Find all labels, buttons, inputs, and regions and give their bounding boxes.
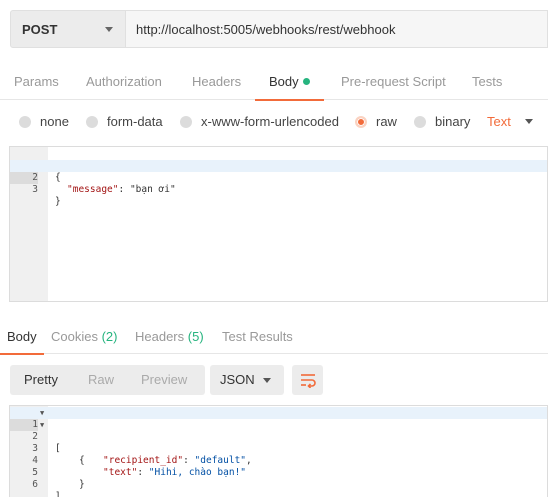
wrap-lines-icon (300, 374, 316, 388)
radio-form-data[interactable]: form-data (86, 114, 163, 129)
url-text: http://localhost:5005/webhooks/rest/webh… (136, 21, 396, 37)
radio-binary[interactable]: binary (414, 114, 470, 129)
code-line-active: 1 ▼ [ (10, 407, 547, 454)
tab-params[interactable]: Params (14, 64, 59, 100)
code-text: } (55, 196, 61, 207)
radio-circle (19, 115, 31, 128)
radio-circle (180, 115, 192, 128)
body-status-dot (302, 78, 310, 85)
line-number: 6 (32, 479, 38, 490)
tab-cookies[interactable]: Cookies (2) (51, 320, 117, 354)
code-line-active: 2 "message": "bạn ơi" (10, 160, 547, 195)
tab-tests[interactable]: Tests (472, 64, 502, 100)
tab-response-headers[interactable]: Headers (5) (135, 320, 204, 354)
headers-count: (5) (187, 329, 204, 344)
tab-test-results[interactable]: Test Results (222, 320, 293, 354)
radio-label: form-data (107, 114, 163, 129)
tab-headers[interactable]: Headers (192, 64, 241, 100)
tab-cookies-label: Cookies (51, 329, 98, 344)
tab-headers-label: Headers (135, 329, 185, 344)
text-type-label: Text (487, 114, 511, 129)
format-label: JSON (220, 372, 255, 387)
code-line: 4 "text": "Hihi, chào bạn!" (10, 443, 547, 478)
json-value: "bạn ơi" (129, 184, 176, 195)
json-separator: : (118, 184, 130, 195)
code-text: } (79, 479, 85, 490)
chevron-down-icon (105, 27, 113, 32)
request-body-editor[interactable]: 1 { 2 "message": "bạn ơi" 3 } (9, 146, 548, 302)
code-line: 3 } (10, 172, 547, 207)
radio-label: binary (435, 114, 471, 129)
radio-raw[interactable]: raw (355, 114, 397, 129)
line-number: 3 (32, 184, 38, 195)
fold-caret-icon[interactable]: ▼ (40, 419, 44, 431)
response-tabs: Body Cookies (2) Headers (5) Test Result… (0, 320, 548, 355)
tab-response-body[interactable]: Body (0, 320, 44, 355)
cookies-count: (2) (101, 329, 118, 344)
radio-circle (414, 115, 426, 128)
code-text: "message": "bạn ơi" (67, 184, 176, 196)
tab-authorization[interactable]: Authorization (86, 64, 162, 100)
tab-body-label: Body (269, 74, 299, 89)
response-body-viewer[interactable]: 1 ▼ [ 2 ▼ { 3 "recipient_id": "default",… (9, 405, 548, 497)
request-tabs: Params Authorization Headers Body Pre-re… (0, 64, 548, 101)
url-input[interactable]: http://localhost:5005/webhooks/rest/webh… (126, 10, 548, 48)
body-type-options: none form-data x-www-form-urlencoded raw… (0, 108, 548, 134)
code-line: 3 "recipient_id": "default", (10, 431, 547, 466)
radio-none[interactable]: none (19, 114, 69, 129)
radio-label: x-www-form-urlencoded (201, 114, 339, 129)
radio-label: raw (376, 114, 397, 129)
response-format-select[interactable]: JSON (210, 365, 284, 395)
code-text: ] (55, 491, 61, 497)
chevron-down-icon (525, 119, 533, 124)
code-line: 5 } (10, 455, 547, 490)
wrap-lines-button[interactable] (292, 365, 323, 395)
tab-pre-request-script[interactable]: Pre-request Script (341, 64, 446, 100)
view-raw-button[interactable]: Raw (88, 365, 114, 395)
view-pretty-button[interactable]: Pretty (24, 365, 58, 395)
code-line: 6 ] (10, 467, 547, 497)
fold-caret-icon[interactable]: ▼ (40, 407, 44, 419)
method-label: POST (22, 21, 58, 37)
tab-body[interactable]: Body (255, 64, 324, 101)
text-type-select[interactable]: Text (487, 114, 533, 129)
radio-x-www-form-urlencoded[interactable]: x-www-form-urlencoded (180, 114, 339, 129)
chevron-down-icon (263, 378, 271, 383)
method-select[interactable]: POST (10, 10, 126, 48)
radio-circle-selected (355, 115, 367, 128)
radio-label: none (40, 114, 69, 129)
code-line: 1 { (10, 148, 547, 183)
json-key: "message" (67, 184, 119, 195)
view-mode-segmented: Pretty Raw Preview (10, 365, 205, 395)
code-line: 2 ▼ { (10, 419, 547, 466)
radio-circle (86, 115, 98, 128)
view-preview-button[interactable]: Preview (141, 365, 187, 395)
